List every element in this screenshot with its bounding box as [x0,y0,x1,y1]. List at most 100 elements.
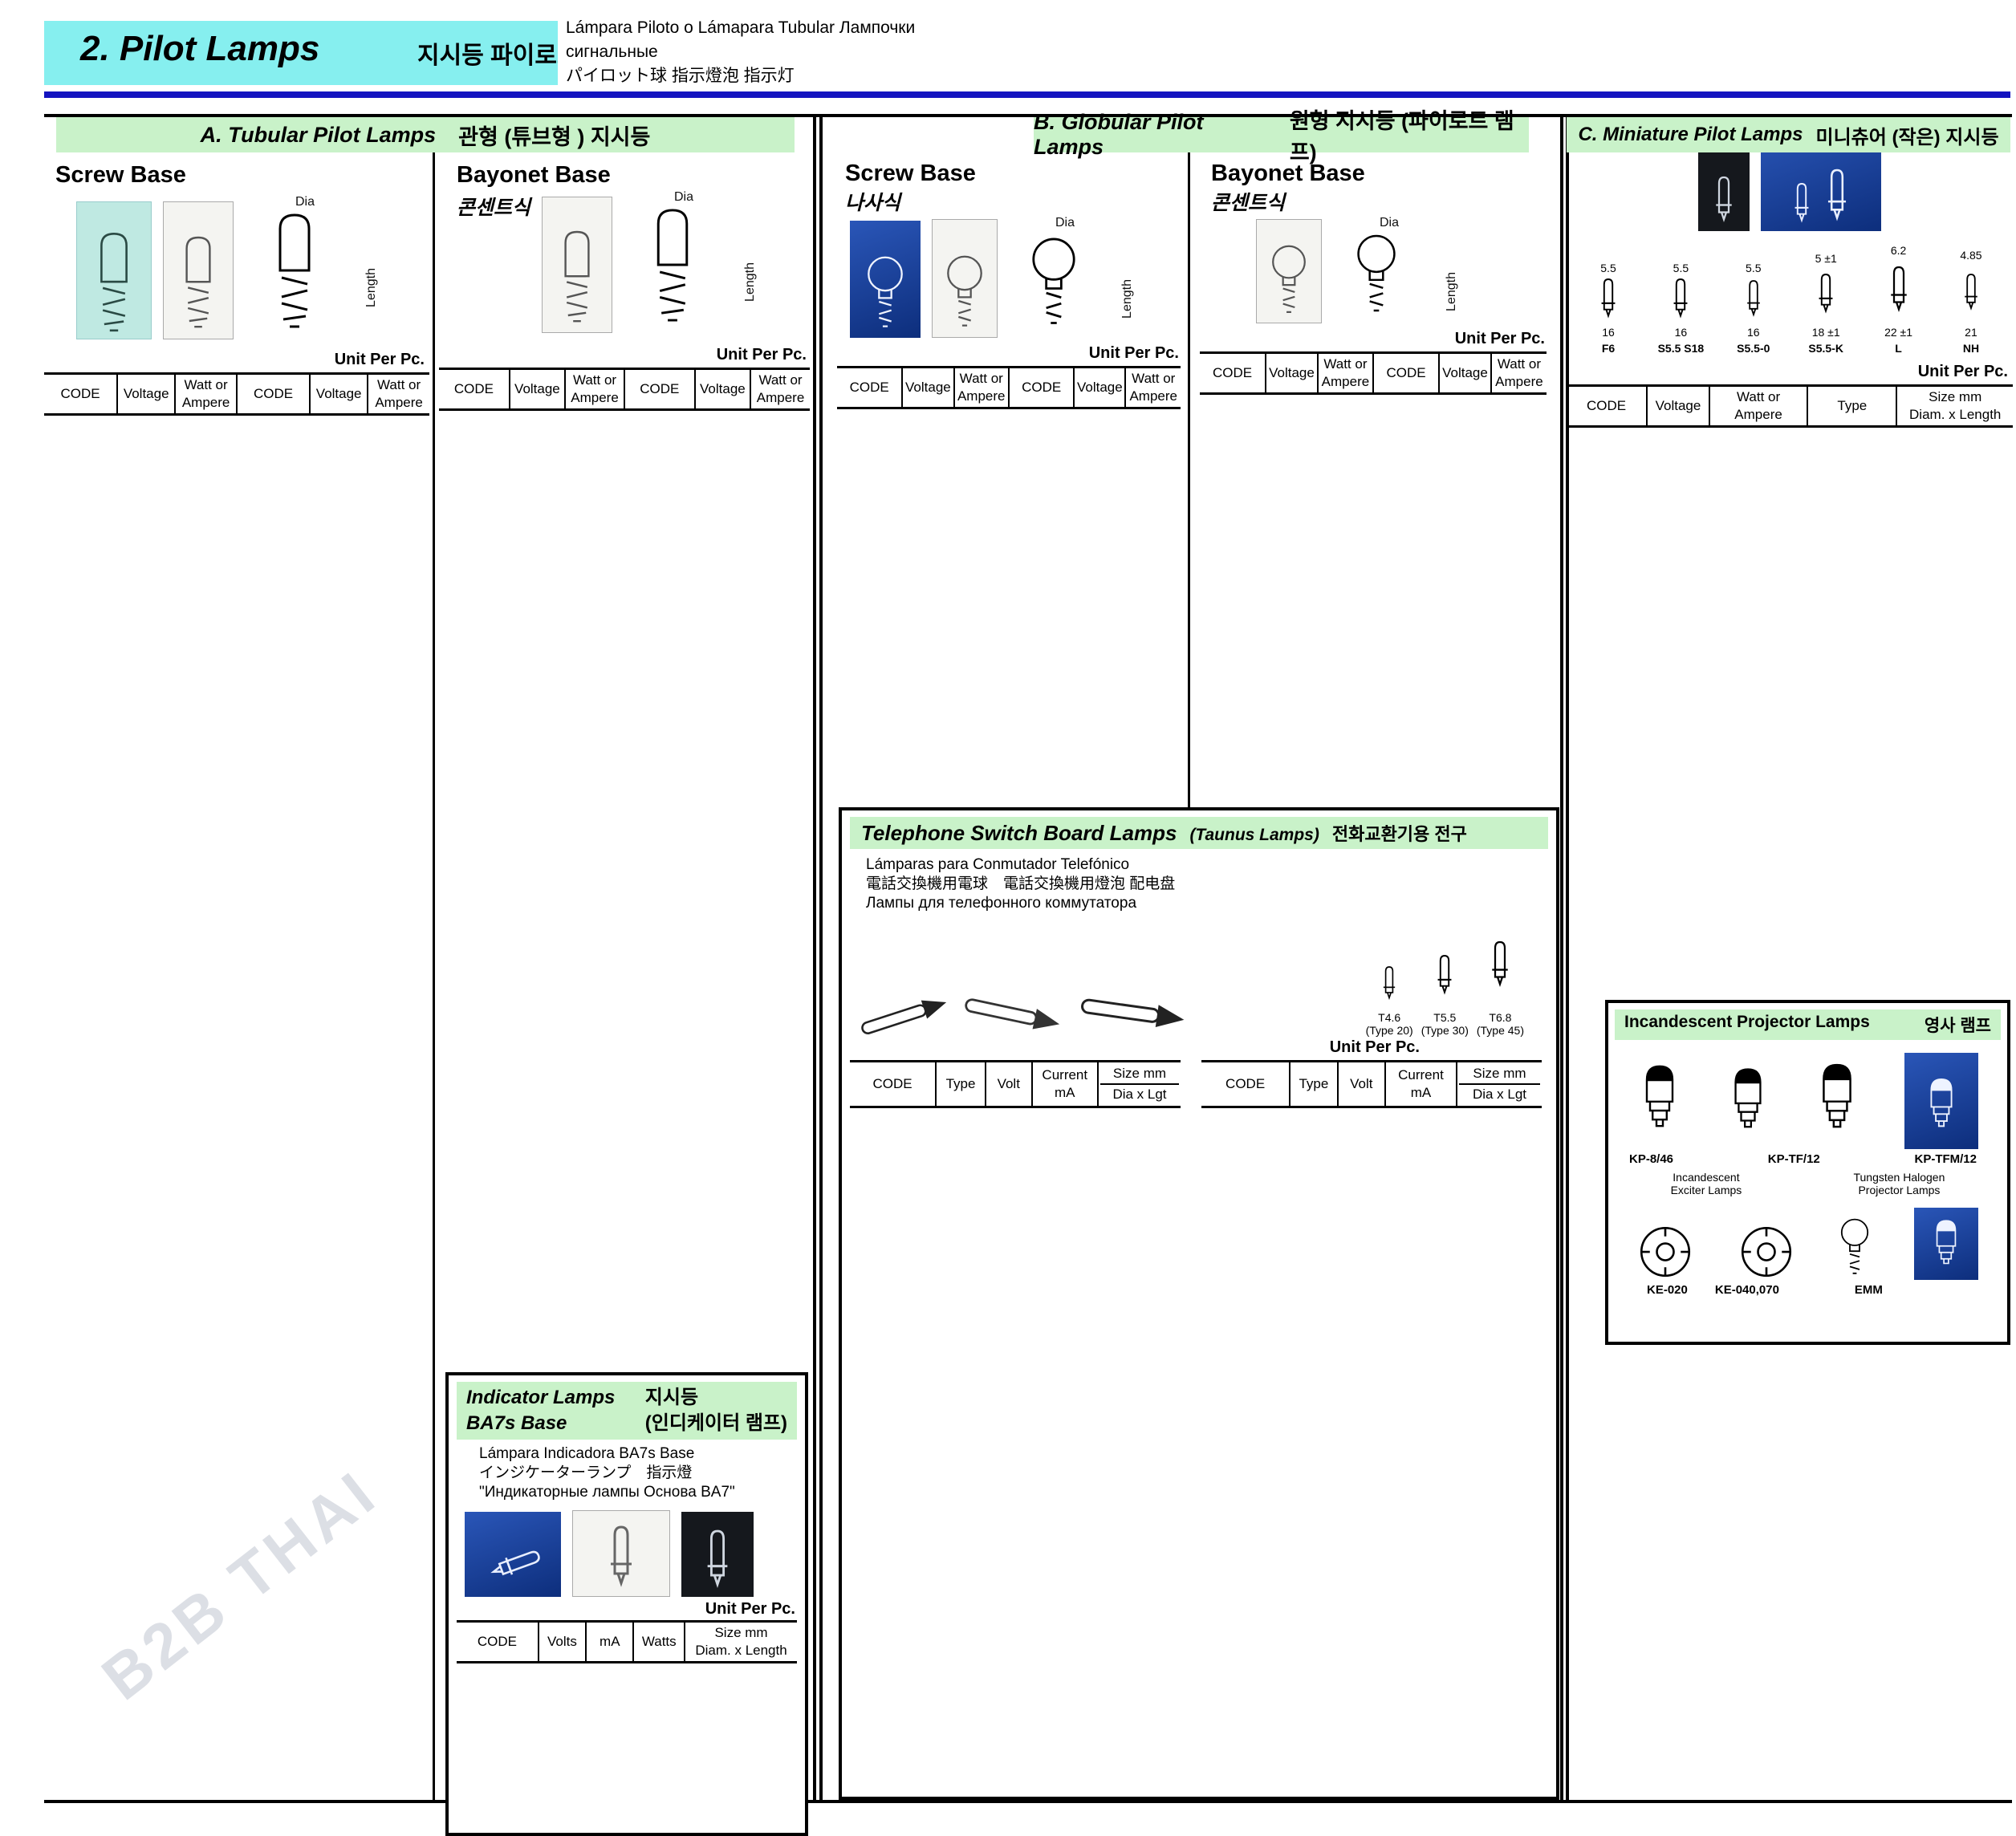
indicator-table: CODE Volts mA Watts Size mm Diam. x Leng… [457,1620,797,1663]
mini-figure: 5 ±1 18 ±1 S5.5-K [1790,252,1861,355]
col-current: Current mA [1032,1062,1098,1107]
telephone-table-right: CODE Type Volt Current mA Size mmDia x L… [1201,1060,1542,1108]
unit-per-pc: Unit Per Pc. [837,344,1179,363]
blue-rule [44,91,2010,98]
length-label: Length [1445,272,1459,311]
dia-label: Dia [1009,216,1121,230]
projector-lamp-photo [1904,1053,1978,1149]
col-type: Type [1290,1062,1337,1107]
mini-figure: 4.85 21 NH [1936,249,2006,355]
tubular-lamp-photo-cyan [76,201,152,339]
mini-dia: 5.5 [1645,262,1716,274]
type-name: T6.8 [1477,1011,1524,1024]
col-volts: Volts [539,1622,586,1663]
page-subtitle-box: Lámpara Piloto o Lámapara Tubular Лампоч… [558,11,1007,91]
table-header-row: CODE Type Volt Current mA Size mmDia x L… [1201,1062,1542,1107]
col-voltage: Voltage [310,374,368,415]
unit-per-pc: Unit Per Pc. [1200,330,1545,348]
type-name: T4.6 [1366,1011,1413,1024]
indicator-lamp-photo-blue [465,1512,561,1597]
section-a-title-korean: 관형 (튜브형 ) 지시등 [458,120,650,151]
globular-lamp-photo-blue [850,221,921,338]
mini-name: S5.5 S18 [1645,342,1716,355]
col-code: CODE [624,369,695,410]
tubular-lamp-photo [163,201,234,339]
mini-name: F6 [1573,342,1644,355]
telephone-table-left: CODE Type Volt Current mA Size mmDia x L… [850,1060,1181,1108]
telephone-title-note: (Taunus Lamps) [1189,826,1319,845]
mini-name: S5.5-K [1790,342,1861,355]
globular-bayonet-table: CODE Voltage Watt or Ampere CODE Voltage… [1200,351,1547,395]
bayonet-base-heading: Bayonet Base [1211,160,1547,187]
col-watt: Watt or Ampere [1125,368,1181,408]
col-code: CODE [1373,353,1439,394]
telephone-subtitle-ru: Лампы для телефонного коммутатора [866,894,1548,913]
telephone-lamp-photos [856,989,1193,1037]
dia-label: Dia [245,195,365,209]
table-header-row: CODE Type Volt Current mA Size mmDia x L… [850,1062,1181,1107]
unit-per-pc: Unit Per Pc. [457,1600,795,1619]
tubular-screw-table: CODE Voltage Watt or Ampere CODE Voltage… [44,372,429,416]
col-dia-lgt: Dia x Lgt [1100,1083,1179,1104]
telephone-lamp-photo [957,981,1069,1047]
col-watt: Watt or Ampere [1318,353,1373,394]
indicator-lamp-photo [572,1510,670,1597]
globular-screw-column: Screw Base 나사식 Dia Length Unit Per Pc. C… [837,152,1181,409]
col-type: Type [936,1062,986,1107]
indicator-subtitle-es: Lámpara Indicadora BA7s Base [479,1444,797,1464]
page-title: 2. Pilot Lamps [80,29,319,69]
unit-per-pc: Unit Per Pc. [439,346,807,364]
panel-separator [813,117,816,1801]
col-volt: Volt [1338,1062,1385,1107]
indicator-lamps-box: Indicator Lamps BA7s Base 지시등 (인디케이터 램프)… [445,1372,808,1836]
telephone-subtitle-cjk: 電話交換機用電球 電話交換機用燈泡 配电盘 [866,875,1548,894]
projector-lamp-figure [1814,1059,1860,1149]
col-code: CODE [457,1622,539,1663]
projector-model: KP-8/46 [1629,1152,1673,1166]
mini-name: L [1864,342,1934,355]
projector-model: KE-040,070 [1715,1283,1779,1297]
col-voltage: Voltage [1074,368,1125,408]
type-note: (Type 45) [1477,1024,1524,1037]
col-watt: Watt or Ampere [1491,353,1547,394]
col-size: Size mm Diam. x Length [685,1622,797,1663]
dia-label: Dia [1333,216,1445,230]
section-c-band: C. Miniature Pilot Lamps 미니츄어 (작은) 지시등 [1567,117,2010,152]
mini-figure: 5.5 16 F6 [1573,262,1644,355]
projector-model: KP-TF/12 [1768,1152,1820,1166]
col-size: Size mmDia x Lgt [1098,1062,1181,1107]
table-header-row: CODE Voltage Watt or Ampere Type Size mm… [1567,386,2013,427]
tubular-screw-column: Screw Base Dia Length Unit Per Pc. CODE … [44,152,429,416]
column-separator [1188,152,1190,810]
globular-dimension-diagram: Dia Length [1009,217,1121,338]
col-voltage: Voltage [510,369,565,410]
projector-lamp-figures [1615,1046,2001,1149]
globular-lamp-photo [932,219,998,338]
miniature-table: CODE Voltage Watt or Ampere Type Size mm… [1567,384,2013,428]
col-size: Size mm Diam. x Length [1896,386,2013,427]
col-voltage: Voltage [1266,353,1318,394]
tubular-dimension-diagram: Dia Length [245,197,365,339]
type-name: T5.5 [1421,1011,1469,1024]
projector-caption: Tungsten Halogen Projector Lamps [1853,1171,1945,1196]
bayonet-korean: 콘센트식 [1211,187,1547,216]
section-b-band: B. Globular Pilot Lamps 원형 지시등 (파이로트 램프) [1034,117,1529,152]
mini-dia: 5.5 [1573,262,1644,274]
unit-per-pc: Unit Per Pc. [44,351,425,369]
table-header-row: CODE Voltage Watt or Ampere CODE Voltage… [837,368,1181,408]
indicator-subtitle-ja: インジケーターランプ 指示燈 [479,1464,797,1483]
page-subtitle-line2: パイロット球 指示燈泡 指示灯 [566,64,999,88]
telephone-type-figure: T6.8 (Type 45) [1477,921,1524,1037]
col-code: CODE [1201,1062,1290,1107]
col-ma: mA [586,1622,633,1663]
col-voltage: Voltage [695,369,750,410]
exciter-lamp-figure [1637,1224,1693,1280]
col-code: CODE [44,374,117,415]
table-header-row: CODE Volts mA Watts Size mm Diam. x Leng… [457,1622,797,1663]
tubular-bayonet-table: CODE Voltage Watt or Ampere CODE Voltage… [439,368,810,411]
dia-label: Dia [624,190,744,205]
mini-dia: 4.85 [1936,249,2006,262]
col-voltage: Voltage [902,368,953,408]
telephone-title: Telephone Switch Board Lamps [861,821,1177,846]
mini-dia: 5.5 [1718,262,1789,274]
